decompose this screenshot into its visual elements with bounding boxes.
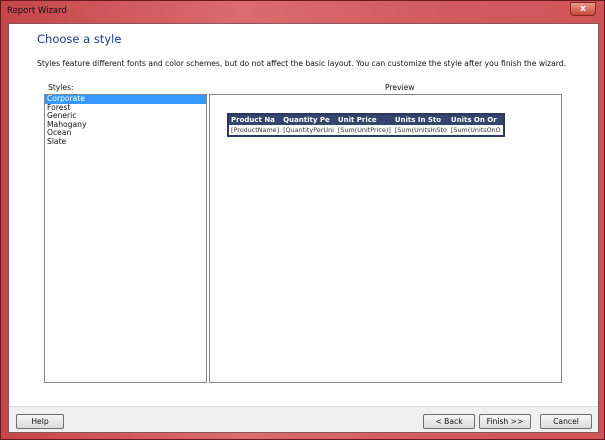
content-area: Choose a style Styles feature different … <box>9 24 598 407</box>
styles-list[interactable]: Corporate Forest Generic Mahogany Ocean … <box>44 94 207 383</box>
preview-header-cell: Product Na <box>228 114 282 125</box>
preview-cell: [ProductName] <box>231 126 280 134</box>
preview-header-cell: Unit Price <box>335 114 393 125</box>
report-wizard-window: Report Wizard x Choose a style Styles fe… <box>0 0 605 440</box>
preview-header-row: Product Na Quantity Pe Unit Price Units … <box>228 114 504 125</box>
preview-cell: [Sum(UnitsOnO <box>450 126 501 134</box>
preview-table: Product Na Quantity Pe Unit Price Units … <box>227 113 505 137</box>
style-item-slate[interactable]: Slate <box>45 137 206 147</box>
back-button[interactable]: < Back <box>423 414 475 429</box>
preview-data-row: [ProductName] [QuantityPerUni [Sum(UnitP… <box>228 125 504 136</box>
preview-pane: Product Na Quantity Pe Unit Price Units … <box>209 94 562 383</box>
preview-cell: [QuantityPerUni <box>283 126 334 134</box>
preview-header-cell: Units In Sto <box>392 114 449 125</box>
preview-label: Preview <box>385 83 415 92</box>
cancel-button[interactable]: Cancel <box>540 414 592 429</box>
dialog-client: Choose a style Styles feature different … <box>8 23 599 433</box>
preview-cell: [Sum(UnitPrice)] <box>337 126 391 134</box>
preview-cell: [Sum(UnitsInSto <box>394 126 447 134</box>
styles-label: Styles: <box>48 83 74 92</box>
finish-button[interactable]: Finish >> <box>479 414 531 429</box>
page-title: Choose a style <box>37 32 122 46</box>
style-item-ocean[interactable]: Ocean <box>45 128 206 138</box>
close-button[interactable]: x <box>570 2 596 16</box>
page-description: Styles feature different fonts and color… <box>37 59 566 68</box>
preview-header-cell: Units On Or <box>448 114 504 125</box>
window-title: Report Wizard <box>7 6 67 16</box>
preview-header-cell: Quantity Pe <box>281 114 336 125</box>
help-button[interactable]: Help <box>16 414 64 429</box>
